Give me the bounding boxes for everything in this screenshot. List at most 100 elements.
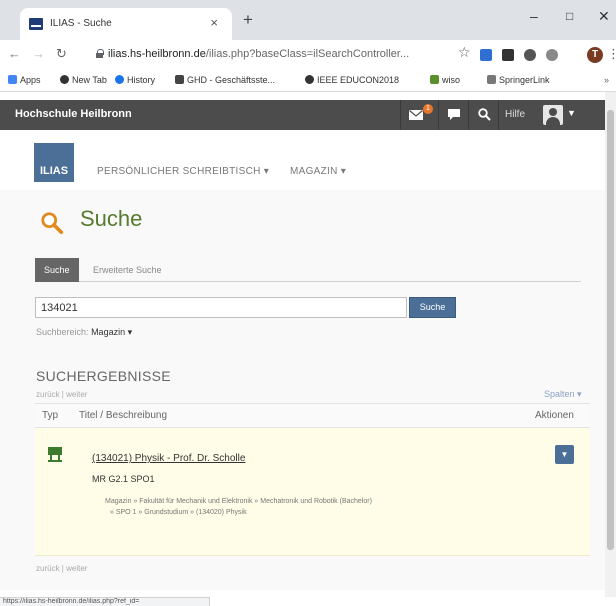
bookmark-label: History (127, 75, 156, 85)
ilias-favicon-icon (29, 18, 43, 30)
result-title-link[interactable]: (134021) Physik - Prof. Dr. Scholle (92, 453, 245, 464)
results-table-header: Typ Titel / Beschreibung Aktionen (35, 403, 590, 428)
result-description: MR G2.1 SPO1 (92, 474, 155, 484)
pagination-bottom[interactable]: zurück | weiter (36, 564, 87, 573)
ilias-logo[interactable]: ILIAS (34, 143, 74, 182)
maximize-icon[interactable]: □ (566, 8, 573, 24)
scrollbar-thumb[interactable] (607, 110, 614, 550)
springer-icon (487, 75, 496, 84)
column-title[interactable]: Titel / Beschreibung (79, 410, 167, 421)
browser-titlebar: ILIAS - Suche × + – □ ✕ (0, 0, 616, 40)
new-tab-button[interactable]: + (243, 11, 253, 28)
chevron-down-icon: ▾ (577, 389, 582, 399)
magnifier-icon (41, 212, 64, 235)
browser-tab[interactable]: ILIAS - Suche × (20, 8, 232, 40)
globe-icon (60, 75, 69, 84)
chevron-down-icon: ▼ (560, 450, 569, 459)
back-arrow-icon[interactable]: ← (8, 47, 21, 61)
search-scope[interactable]: Suchbereich: Magazin ▾ (36, 327, 132, 338)
bookmark-wiso[interactable]: wiso (430, 75, 460, 85)
window-close-icon[interactable]: ✕ (598, 8, 610, 24)
scope-label: Suchbereich: (36, 327, 89, 337)
actions-dropdown-button[interactable]: ▼ (555, 445, 574, 464)
address-bar[interactable]: ilias.hs-heilbronn.de/ilias.php?baseClas… (92, 46, 477, 65)
search-button-topbar[interactable] (468, 100, 498, 130)
bookmark-springerlink[interactable]: SpringerLink (487, 75, 550, 85)
extension-icon[interactable] (546, 49, 558, 61)
search-subtabs: Suche Erweiterte Suche (35, 258, 581, 282)
ghd-icon (175, 75, 184, 84)
bookmarks-bar: Apps New Tab History GHD - Geschäftsste.… (0, 70, 616, 92)
help-label: Hilfe (505, 109, 526, 120)
browser-toolbar: ← → ↻ ilias.hs-heilbronn.de/ilias.php?ba… (0, 40, 616, 70)
scope-value: Magazin (91, 327, 126, 337)
columns-selector[interactable]: Spalten ▾ (544, 389, 582, 400)
url-text: ilias.hs-heilbronn.de/ilias.php?baseClas… (108, 48, 409, 60)
menu-label: MAGAZIN (290, 166, 338, 177)
help-button[interactable]: Hilfe (498, 100, 538, 130)
mail-icon (409, 110, 423, 120)
lock-icon (96, 49, 104, 58)
result-path-line1[interactable]: Magazin » Fakultät für Mechanik und Elek… (105, 498, 372, 505)
columns-label: Spalten (544, 389, 575, 399)
page-title-text: Suche (80, 206, 143, 231)
apps-grid-icon (8, 75, 17, 84)
globe-icon (305, 75, 314, 84)
results-header: SUCHERGEBNISSE (36, 368, 171, 384)
reload-icon[interactable]: ↻ (56, 47, 67, 61)
bookmark-apps[interactable]: Apps (8, 75, 41, 85)
ilias-header: ILIAS PERSÖNLICHER SCHREIBTISCH ▾ MAGAZI… (0, 130, 616, 190)
page-scrollbar[interactable] (605, 92, 616, 597)
result-path-line2[interactable]: » SPO 1 » Grundstudium » (134020) Physik (110, 509, 247, 516)
search-input[interactable] (35, 297, 407, 318)
chevron-down-icon: ▾ (127, 327, 133, 337)
url-path: /ilias.php?baseClass=ilSearchController.… (205, 48, 410, 60)
chat-icon (448, 109, 460, 120)
bookmarks-overflow-icon[interactable]: » (604, 75, 609, 85)
institution-name[interactable]: Hochschule Heilbronn (15, 108, 132, 120)
tab-search[interactable]: Suche (35, 258, 79, 282)
history-icon (115, 75, 124, 84)
tab-close-icon[interactable]: × (210, 15, 218, 30)
course-icon (48, 447, 62, 462)
browser-menu-icon[interactable]: ⋮ (607, 46, 616, 62)
url-host: ilias.hs-heilbronn.de (108, 48, 206, 60)
extension-icon[interactable] (524, 49, 536, 61)
chevron-down-icon: ▾ (263, 166, 270, 177)
menu-personal-desktop[interactable]: PERSÖNLICHER SCHREIBTISCH ▾ (97, 166, 269, 177)
tab-advanced-search[interactable]: Erweiterte Suche (93, 258, 162, 282)
bookmark-label: Apps (20, 75, 41, 85)
search-submit-button[interactable]: Suche (409, 297, 456, 318)
bookmark-history[interactable]: History (115, 75, 155, 85)
bookmark-label: GHD - Geschäftsste... (187, 75, 276, 85)
bookmark-new-tab[interactable]: New Tab (60, 75, 107, 85)
ilias-topbar: Hochschule Heilbronn 1 Hilfe ▼ (0, 100, 616, 130)
pagination-top[interactable]: zurück | weiter (36, 390, 87, 399)
search-icon (478, 108, 491, 121)
tab-title: ILIAS - Suche (50, 18, 112, 29)
column-type[interactable]: Typ (42, 410, 58, 421)
extension-icon[interactable] (480, 49, 492, 61)
minimize-icon[interactable]: – (530, 8, 538, 24)
extension-icon[interactable] (502, 49, 514, 61)
mail-button[interactable]: 1 (400, 100, 438, 130)
menu-label: PERSÖNLICHER SCHREIBTISCH (97, 166, 261, 177)
chat-button[interactable] (438, 100, 468, 130)
column-actions: Aktionen (535, 410, 574, 421)
mail-badge: 1 (423, 104, 433, 114)
chevron-down-icon[interactable]: ▼ (567, 108, 576, 118)
bookmark-label: wiso (442, 75, 461, 85)
bookmark-label: New Tab (72, 75, 107, 85)
bookmark-label: IEEE EDUCON2018 (317, 75, 400, 85)
bookmark-ghd[interactable]: GHD - Geschäftsste... (175, 75, 275, 85)
forward-arrow-icon[interactable]: → (32, 47, 45, 61)
bookmark-ieee[interactable]: IEEE EDUCON2018 (305, 75, 399, 85)
wiso-icon (430, 75, 439, 84)
profile-avatar[interactable]: T (587, 47, 603, 63)
chevron-down-icon: ▾ (340, 166, 347, 177)
user-avatar[interactable] (543, 105, 563, 125)
bookmark-star-icon[interactable]: ☆ (458, 45, 471, 59)
bookmark-label: SpringerLink (499, 75, 550, 85)
menu-magazin[interactable]: MAGAZIN ▾ (290, 166, 346, 177)
status-bar-url: https://ilias.hs-heilbronn.de/ilias.php?… (0, 597, 210, 606)
